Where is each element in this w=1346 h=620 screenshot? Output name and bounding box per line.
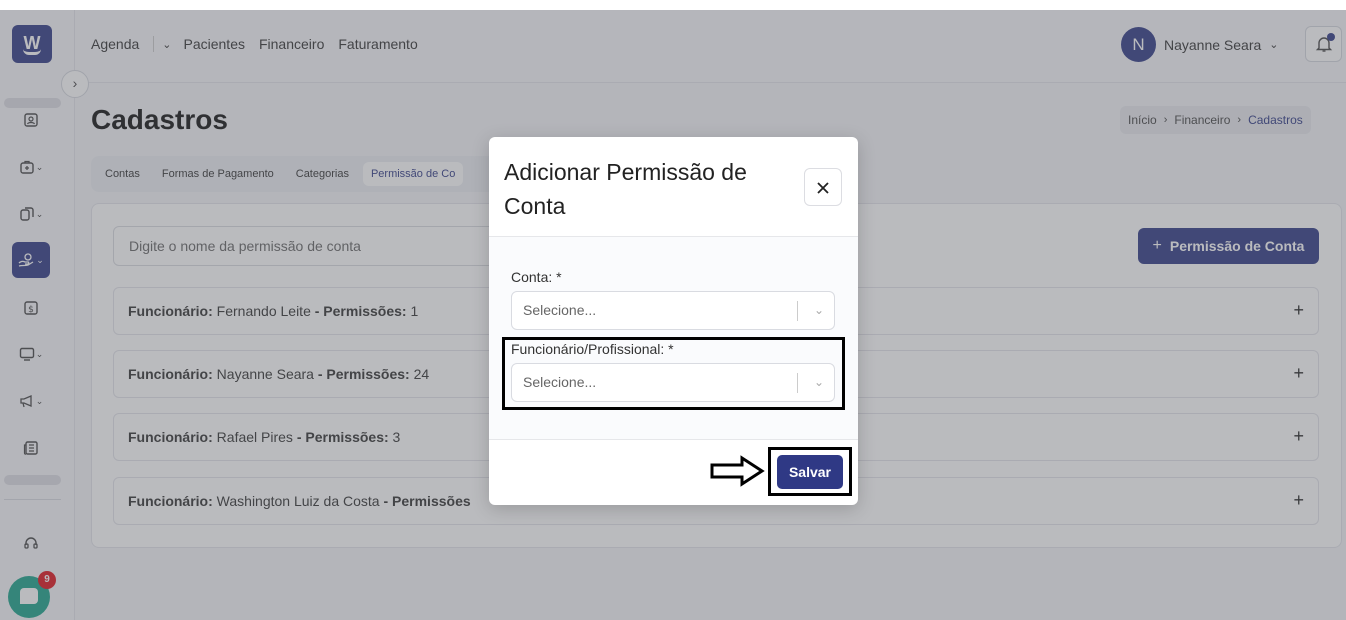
select-divider (797, 301, 798, 321)
modal-divider (489, 439, 858, 440)
arrow-right-icon (710, 455, 765, 487)
annotation-highlight-box (502, 337, 845, 410)
close-button[interactable] (804, 168, 842, 206)
conta-select[interactable]: Selecione... ⌄ (511, 291, 835, 330)
close-icon (817, 182, 829, 194)
modal-title: Adicionar Permissão de Conta (504, 159, 747, 219)
save-button[interactable]: Salvar (777, 455, 843, 489)
conta-select-placeholder: Selecione... (523, 302, 597, 318)
chevron-down-icon: ⌄ (813, 303, 824, 317)
conta-label: Conta: * (511, 269, 562, 285)
